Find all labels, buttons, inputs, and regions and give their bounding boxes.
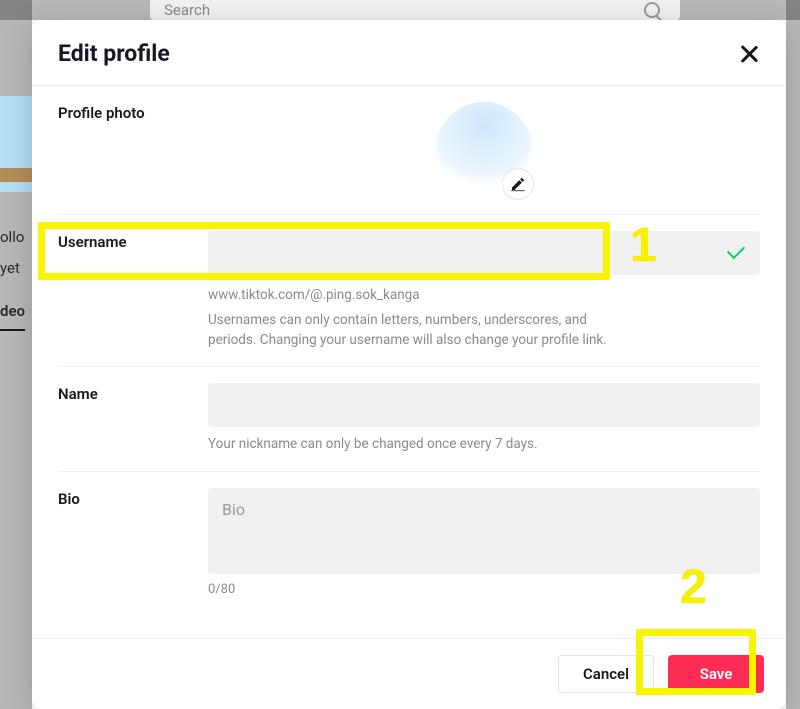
background-text: ollo yet deo [0, 226, 24, 279]
name-content: Your nickname can only be changed once e… [208, 383, 760, 455]
edit-profile-modal: Edit profile Profile photo U [32, 20, 786, 709]
username-input[interactable] [208, 231, 760, 275]
username-label: Username [58, 231, 208, 350]
cancel-button-label: Cancel [583, 665, 629, 683]
modal-backdrop-right [786, 0, 800, 709]
name-input[interactable] [208, 383, 760, 427]
search-placeholder: Search [164, 1, 210, 19]
modal-footer: Cancel Save [32, 638, 786, 709]
profile-photo-label: Profile photo [58, 102, 208, 122]
background-yet-fragment: yet [0, 257, 24, 280]
close-icon[interactable] [738, 43, 760, 65]
section-profile-photo: Profile photo [58, 86, 760, 215]
section-bio: Bio Bio 0/80 [58, 472, 760, 613]
bio-input[interactable]: Bio [208, 488, 760, 574]
background-tab-fragment: deo [0, 300, 25, 331]
save-button[interactable]: Save [668, 655, 764, 693]
name-label: Name [58, 383, 208, 455]
bio-content: Bio 0/80 [208, 488, 760, 597]
username-content: www.tiktok.com/@.ping.sok_kanga Username… [208, 231, 760, 350]
background-follow-fragment: ollo [0, 226, 24, 249]
username-hint: Usernames can only contain letters, numb… [208, 311, 618, 350]
section-name: Name Your nickname can only be changed o… [58, 367, 760, 472]
modal-body: Profile photo Username [32, 86, 786, 638]
modal-title: Edit profile [58, 40, 170, 67]
username-url: www.tiktok.com/@.ping.sok_kanga [208, 287, 760, 303]
bio-label: Bio [58, 488, 208, 597]
bio-placeholder: Bio [222, 500, 245, 519]
cancel-button[interactable]: Cancel [558, 655, 654, 693]
save-button-label: Save [700, 665, 733, 683]
bio-counter: 0/80 [208, 582, 760, 597]
edit-photo-button[interactable] [502, 168, 534, 200]
profile-photo-content [208, 102, 760, 198]
search-input[interactable]: Search [150, 0, 680, 20]
section-username: Username www.tiktok.com/@.ping.sok_kanga… [58, 215, 760, 367]
modal-header: Edit profile [32, 20, 786, 86]
search-icon [644, 2, 660, 18]
pencil-icon [510, 176, 526, 192]
name-hint: Your nickname can only be changed once e… [208, 435, 618, 455]
avatar-wrap [436, 102, 532, 198]
background-avatar [0, 96, 32, 192]
